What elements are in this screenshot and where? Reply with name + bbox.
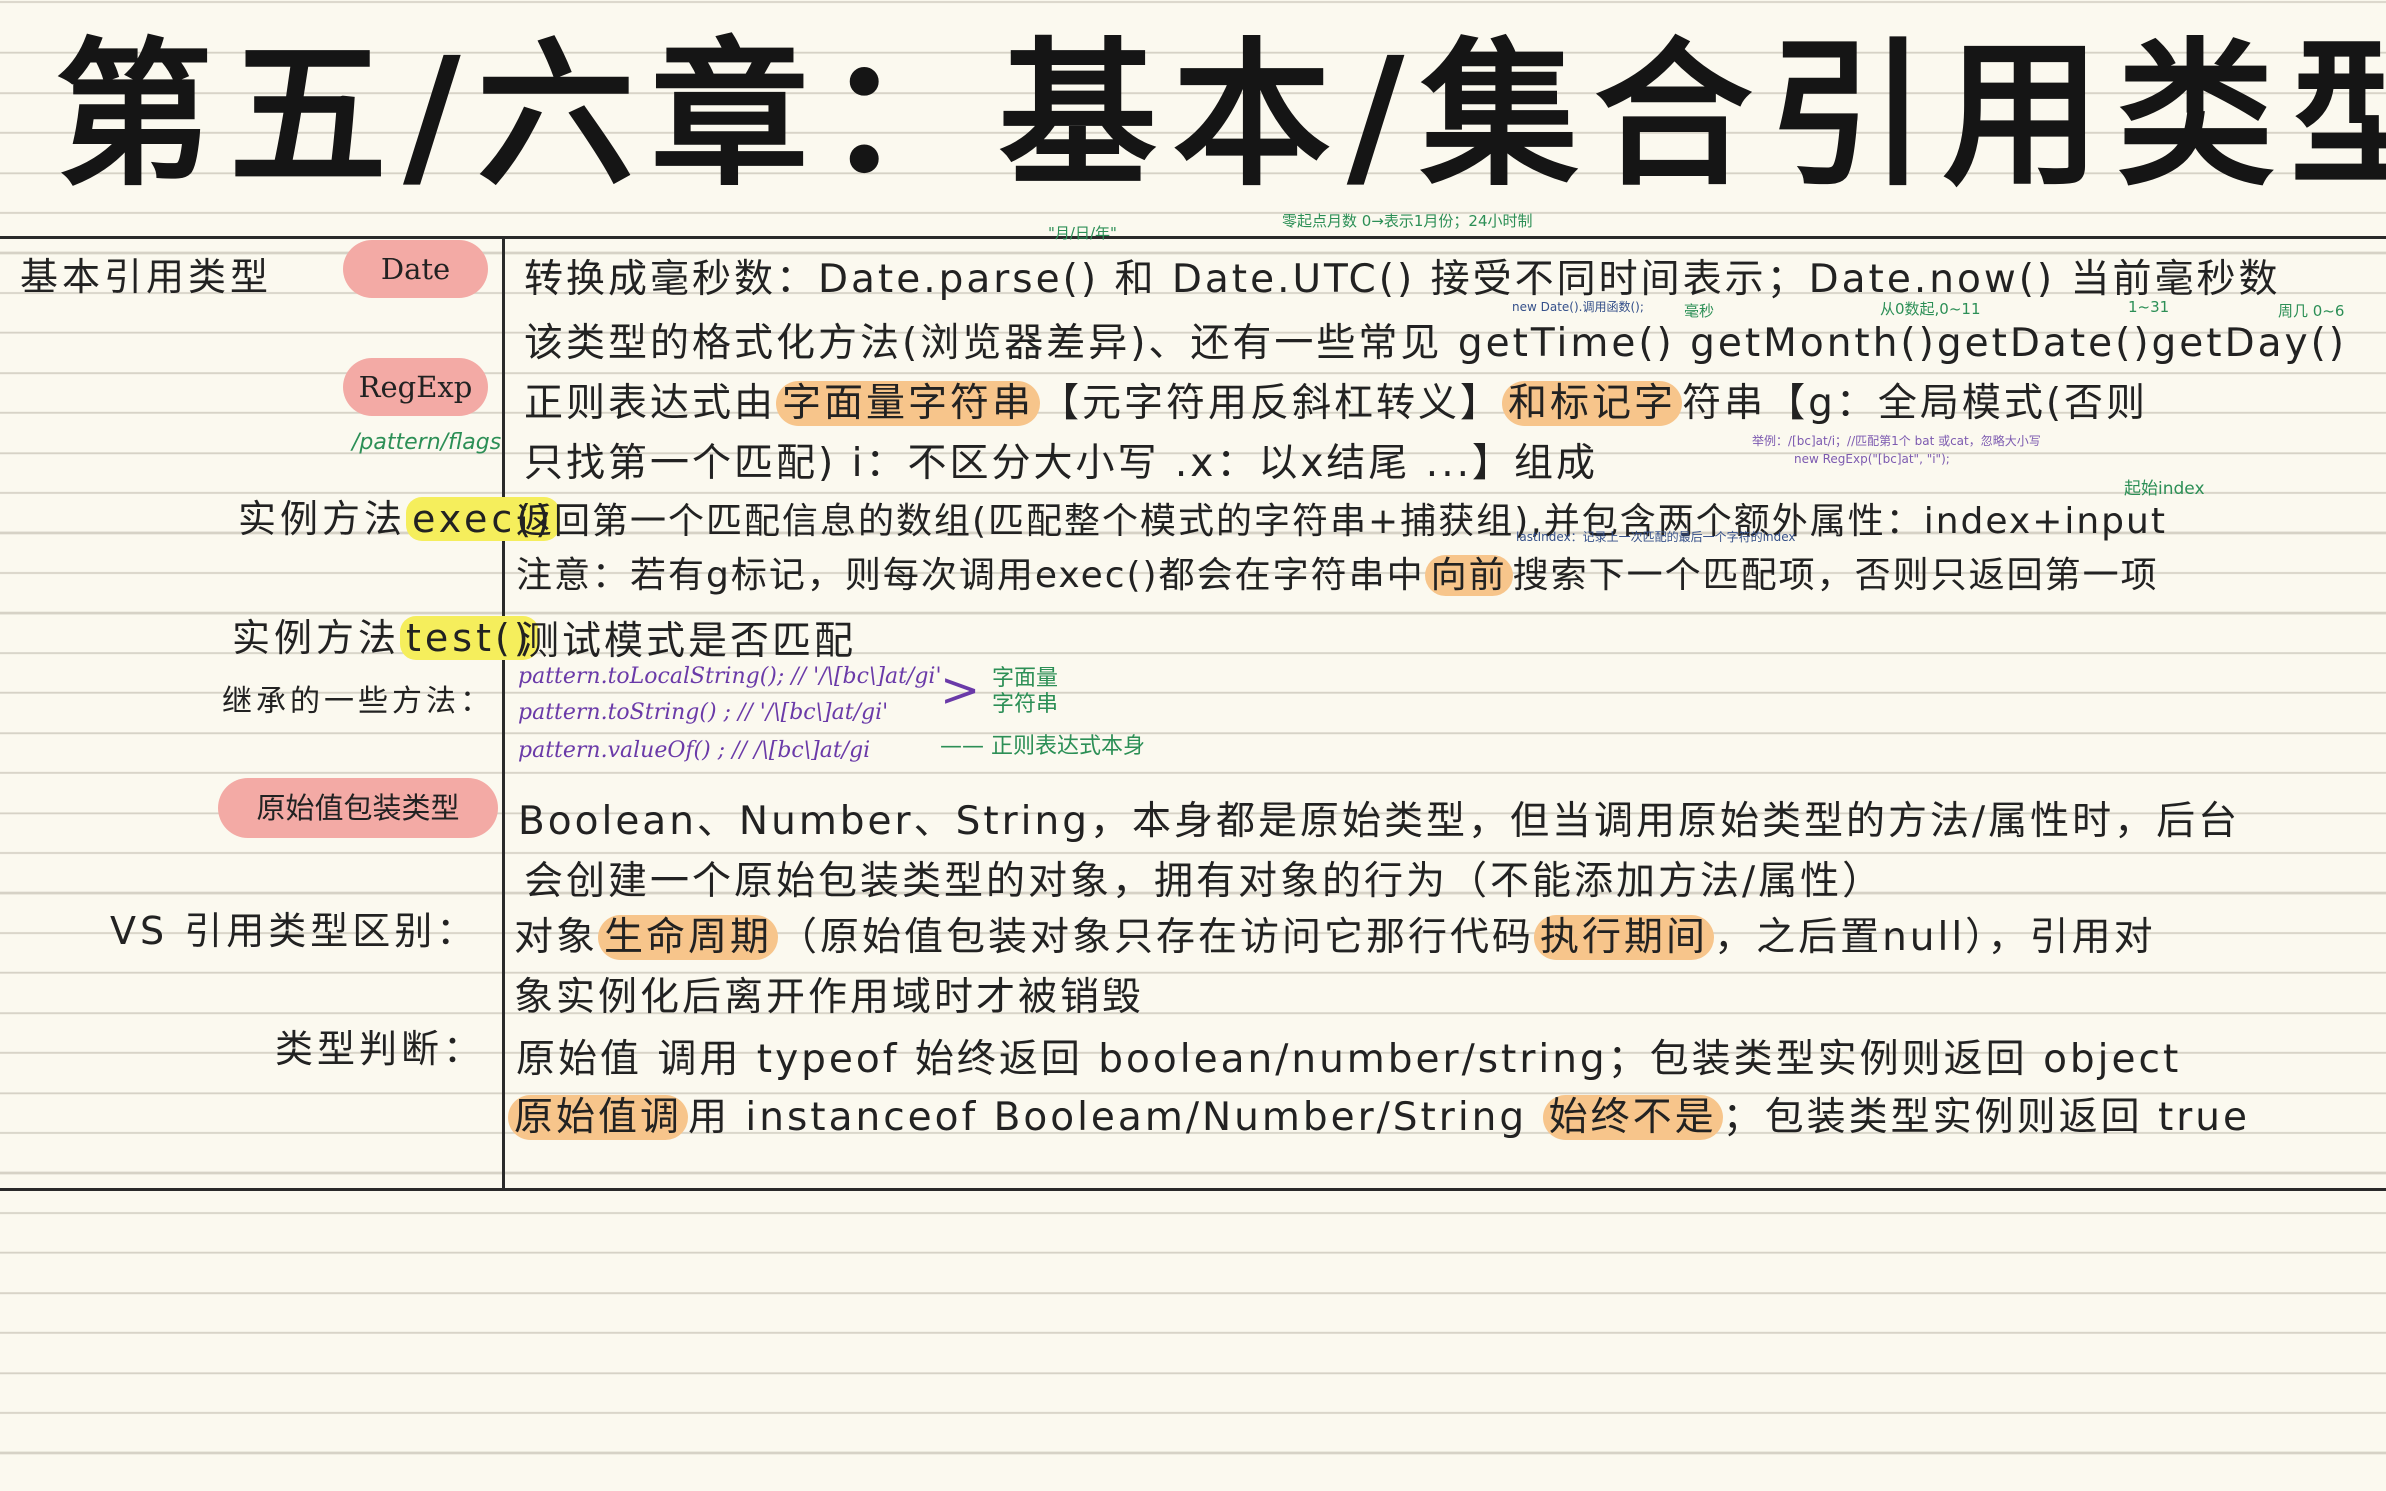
date-row-1: 转换成毫秒数：Date.parse() 和 Date.UTC() 接受不同时间表… [524, 257, 2281, 302]
brace-mark: > [940, 662, 981, 718]
date-row-2: 该类型的格式化方法(浏览器差异)、还有一些常见 getTime() getMon… [524, 321, 2348, 366]
exec-row-1: 返回第一个匹配信息的数组(匹配整个模式的字符串+捕获组),并包含两个额外属性：i… [516, 501, 2167, 542]
note-zero-month: 零起点月数 0→表示1月份；24小时制 [1282, 212, 1533, 230]
code-line-to-string: pattern.toString() ; // '/\[bc\]at/gi' [518, 700, 889, 725]
label-exec-method: 实例方法 exec() [238, 488, 560, 543]
note-last-index: lastIndex：记录上一次匹配的最后一个字符的index [1516, 530, 1796, 544]
primitive-wrapper-pill: 原始值包装类型 [218, 778, 498, 838]
pattern-flags-note: /pattern/flags [352, 430, 502, 455]
brace-note-string: 字符串 [992, 692, 1059, 717]
note-from-zero: 从0数起,0~11 [1880, 300, 1981, 318]
regexp-row-1: 正则表达式由 字面量字符串 【元字符用反斜杠转义】 和标记字 符串【g：全局模式(否则 [524, 381, 2149, 426]
label-type-check: 类型判断： [275, 1027, 486, 1071]
code-line-value-of: pattern.valueOf() ; // /\[bc\]at/gi [518, 738, 871, 763]
label-vs-reference: VS 引用类型区别： [110, 909, 479, 953]
table-top-border [0, 236, 2386, 239]
note-weekday: 周几 0~6 [2278, 302, 2345, 320]
regexp-row-2: 只找第一个匹配) i：不区分大小写 .x：以x结尾 ...】组成 [524, 441, 1598, 486]
note-regexp-example-1: 举例：/[bc]at/i；//匹配第1个 bat 或cat，忽略大小写 [1752, 434, 2041, 448]
exec-row-2: 注意：若有g标记，则每次调用exec()都会在字符串中 向前 搜索下一个匹配项，否则… [516, 555, 2159, 596]
vs-row-1: 对象 生命周期 （原始值包装对象只存在访问它那行代码 执行期间 ，之后置null），引用… [514, 915, 2156, 960]
page-title: 第五/六章：基本/集合引用类型 [55, 24, 2386, 208]
vs-row-2: 象实例化后离开作用域时才被销毁 [514, 975, 1145, 1020]
date-pill: Date [343, 240, 488, 298]
regexp-pill: RegExp [343, 358, 488, 416]
note-regexp-example-2: new RegExp("[bc]at", "i"); [1794, 452, 1950, 466]
type-check-row-2: 原始值调用 instanceof Booleam/Number/String 始… [508, 1086, 2250, 1142]
note-one-31: 1~31 [2128, 298, 2170, 316]
note-start-index: 起始index [2124, 479, 2205, 499]
label-inherited-methods: 继承的一些方法： [222, 684, 494, 719]
note-milliseconds: 毫秒 [1684, 302, 1715, 320]
note-new-date: new Date().调用函数(); [1512, 300, 1644, 314]
table-column-divider [502, 236, 505, 1191]
type-check-row-1: 原始值 调用 typeof 始终返回 boolean/number/string… [516, 1037, 2182, 1082]
code-line-to-local-string: pattern.toLocalString(); // '/\[bc\]at/g… [518, 664, 942, 689]
test-row: 测试模式是否匹配 [520, 619, 857, 664]
label-test-method: 实例方法 test() [232, 607, 539, 662]
wrapper-row-2: 会创建一个原始包装类型的对象，拥有对象的行为（不能添加方法/属性） [524, 859, 1885, 904]
table-bottom-border [0, 1188, 2386, 1191]
wrapper-row-1: Boolean、Number、String，本身都是原始类型，但当调用原始类型的… [518, 799, 2241, 844]
note-date-format: "月/日/年" [1048, 224, 1117, 242]
label-basic-reference-types: 基本引用类型 [20, 255, 273, 299]
value-of-note: —— 正则表达式本身 [940, 734, 1145, 759]
